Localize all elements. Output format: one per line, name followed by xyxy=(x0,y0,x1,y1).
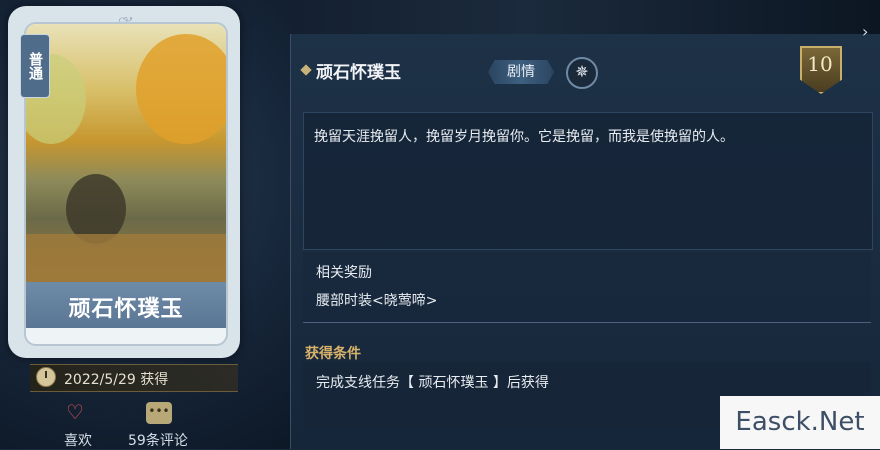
condition-text: 完成支线任务【 顽石怀璞玉 】后获得 xyxy=(316,375,549,391)
story-tag: 剧情 xyxy=(488,60,554,84)
comment-icon[interactable]: ••• xyxy=(146,402,172,424)
rarity-badge: 普通 xyxy=(20,34,50,98)
card-name: 顽石怀璞玉 xyxy=(68,297,184,322)
reward-box xyxy=(303,252,871,322)
card-inner: 顽石怀璞玉 xyxy=(24,22,228,346)
level-number: 10 xyxy=(807,52,833,76)
top-background xyxy=(290,0,880,34)
heart-icon[interactable]: ♡ xyxy=(66,400,84,424)
divider xyxy=(303,322,871,323)
reward-heading: 相关奖励 xyxy=(316,265,372,281)
acquired-date: 2022/5/29 获得 xyxy=(64,372,169,388)
comment-label[interactable]: 59条评论 xyxy=(128,430,188,450)
like-label[interactable]: 喜欢 xyxy=(64,430,92,450)
clock-icon xyxy=(36,367,56,387)
card-frame[interactable]: ❦ 顽石怀璞玉 普通 xyxy=(8,6,240,358)
close-icon[interactable]: › xyxy=(862,22,868,41)
reward-item: 腰部时装<晓莺啼> xyxy=(316,293,438,309)
condition-heading: 获得条件 xyxy=(305,346,361,362)
pinwheel-icon[interactable]: ✵ xyxy=(566,57,598,89)
watermark: Easck.Net xyxy=(720,396,880,449)
card-artwork xyxy=(26,24,226,284)
page-title: 顽石怀璞玉 xyxy=(316,63,401,83)
description-text: 挽留天涯挽留人，挽留岁月挽留你。它是挽留，而我是使挽留的人。 xyxy=(314,129,734,145)
